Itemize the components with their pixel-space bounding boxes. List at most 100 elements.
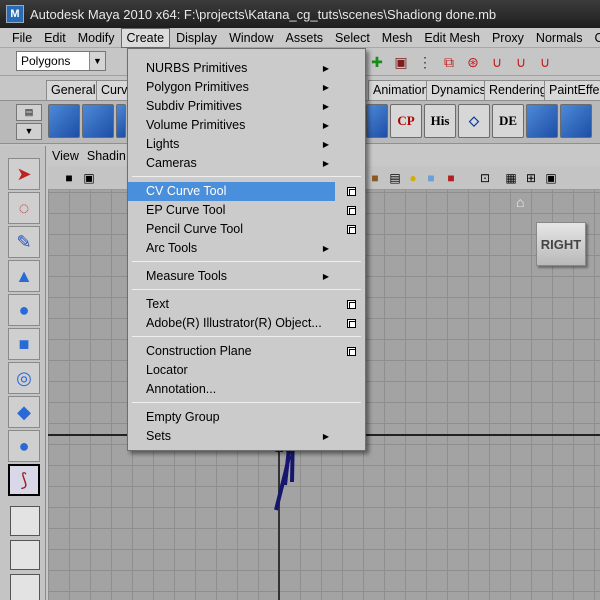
menu-item-label: Polygon Primitives xyxy=(146,80,249,94)
submenu-arrow-icon: ▶ xyxy=(322,159,329,168)
paint-select-icon[interactable]: ✎ xyxy=(8,226,40,258)
option-box-icon[interactable] xyxy=(347,225,356,234)
menu-item-nurbs-primitives[interactable]: NURBS Primitives ▶ xyxy=(128,59,365,78)
shelf-tool-icon[interactable] xyxy=(82,104,114,138)
camera-icon[interactable]: ■ xyxy=(60,169,78,187)
menu-item-ep-curve-tool[interactable]: EP Curve Tool xyxy=(128,201,365,220)
toolbox: ➤ ◌ ✎ ▲ ● ■ ◎ ◆ ● ⟆ xyxy=(0,146,46,600)
texture-icon[interactable]: ■ xyxy=(422,169,440,187)
snap-point-icon[interactable]: ⋮ xyxy=(414,51,436,73)
shelf-tool-icon[interactable] xyxy=(366,104,388,138)
shelf-cube-icon[interactable] xyxy=(526,104,558,138)
menu-item-arc-tools[interactable]: Arc Tools ▶ xyxy=(128,239,365,258)
soft-mod-icon[interactable]: ◆ xyxy=(8,396,40,428)
menu-item-cv-curve-tool[interactable]: CV Curve Tool xyxy=(128,182,335,201)
outliner-layout-icon[interactable] xyxy=(10,574,40,600)
menu-item-label: EP Curve Tool xyxy=(146,203,226,217)
menu-item-subdiv-primitives[interactable]: Subdiv Primitives ▶ xyxy=(128,97,365,116)
panel-menu-shading[interactable]: Shadin xyxy=(83,149,130,163)
menu-item-text[interactable]: Text xyxy=(128,295,365,314)
magnet-icon-2[interactable]: ∪ xyxy=(510,51,532,73)
option-box-icon[interactable] xyxy=(347,347,356,356)
menu-item-cameras[interactable]: Cameras ▶ xyxy=(128,154,365,173)
menu-separator xyxy=(132,289,361,290)
menu-create[interactable]: Create xyxy=(120,27,171,48)
menu-item-polygon-primitives[interactable]: Polygon Primitives ▶ xyxy=(128,78,365,97)
shelf-de-button[interactable]: DE xyxy=(492,104,524,138)
scale-icon[interactable]: ■ xyxy=(8,328,40,360)
select-arrow-icon[interactable]: ➤ xyxy=(8,158,40,190)
menu-item-locator[interactable]: Locator xyxy=(128,361,365,380)
menu-select[interactable]: Select xyxy=(329,29,376,47)
option-box-icon[interactable] xyxy=(347,206,356,215)
menu-item-sets[interactable]: Sets ▶ xyxy=(128,427,365,446)
menu-modify[interactable]: Modify xyxy=(72,29,121,47)
magnet-icon-3[interactable]: ∪ xyxy=(534,51,556,73)
shelf-history-button[interactable]: His xyxy=(424,104,456,138)
menu-window[interactable]: Window xyxy=(223,29,279,47)
lasso-icon[interactable]: ◌ xyxy=(8,192,40,224)
menu-item-annotation[interactable]: Annotation... xyxy=(128,380,365,399)
tab-dynamics[interactable]: Dynamics xyxy=(426,80,491,100)
menu-item-illustrator-object[interactable]: Adobe(R) Illustrator(R) Object... xyxy=(128,314,365,333)
menu-proxy[interactable]: Proxy xyxy=(486,29,530,47)
snap-curve-icon[interactable]: ▣ xyxy=(390,51,412,73)
camera-attr-icon[interactable]: ▣ xyxy=(80,169,98,187)
move-icon[interactable]: ▲ xyxy=(8,260,40,292)
tab-painteffects[interactable]: PaintEffect xyxy=(544,80,600,100)
light-icon[interactable]: ▤ xyxy=(386,169,404,187)
menu-set-select[interactable]: Polygons ▼ xyxy=(16,51,106,71)
tab-animation[interactable]: Animation xyxy=(368,80,434,100)
menu-assets[interactable]: Assets xyxy=(280,29,330,47)
submenu-arrow-icon: ▶ xyxy=(322,272,329,281)
menu-item-lights[interactable]: Lights ▶ xyxy=(128,135,365,154)
dropdown-arrow-icon[interactable]: ▼ xyxy=(89,52,105,70)
shelf-menu-icon[interactable]: ▼ xyxy=(16,123,42,140)
menu-file[interactable]: File xyxy=(0,29,38,47)
snap-grid-icon[interactable]: ✚ xyxy=(366,51,388,73)
tab-rendering[interactable]: Rendering xyxy=(484,80,552,100)
snap-live-icon[interactable]: ⊛ xyxy=(462,51,484,73)
shelf-wireframe-icon[interactable]: ◇ xyxy=(458,104,490,138)
magnet-icon[interactable]: ∪ xyxy=(486,51,508,73)
menu-display[interactable]: Display xyxy=(170,29,223,47)
option-box-icon[interactable] xyxy=(347,187,356,196)
panel-menu-view[interactable]: View xyxy=(48,149,83,163)
menu-item-construction-plane[interactable]: Construction Plane xyxy=(128,342,365,361)
shelf-tool-icon[interactable] xyxy=(116,104,126,138)
menu-item-pencil-curve-tool[interactable]: Pencil Curve Tool xyxy=(128,220,365,239)
menu-more[interactable]: C xyxy=(588,29,600,47)
shelf-cube-icon[interactable] xyxy=(48,104,80,138)
lights-icon[interactable]: ● xyxy=(404,169,422,187)
rotate-icon[interactable]: ● xyxy=(8,294,40,326)
shelf-side-buttons: ▤ ▼ xyxy=(16,104,44,142)
tab-general[interactable]: General xyxy=(46,80,101,100)
option-box-icon[interactable] xyxy=(347,319,356,328)
option-box-icon[interactable] xyxy=(347,300,356,309)
xray-icon[interactable]: ▦ xyxy=(502,169,520,187)
show-manip-icon[interactable]: ● xyxy=(8,430,40,462)
menu-item-volume-primitives[interactable]: Volume Primitives ▶ xyxy=(128,116,365,135)
menu-separator xyxy=(132,402,361,403)
snap-view-icon[interactable]: ⧉ xyxy=(438,51,460,73)
menu-mesh[interactable]: Mesh xyxy=(376,29,419,47)
menu-item-measure-tools[interactable]: Measure Tools ▶ xyxy=(128,267,365,286)
shading-icon[interactable]: ■ xyxy=(366,169,384,187)
shadow-icon[interactable]: ■ xyxy=(442,169,460,187)
menu-item-empty-group[interactable]: Empty Group xyxy=(128,408,365,427)
joint-xray-icon[interactable]: ⊞ xyxy=(522,169,540,187)
isolate-icon[interactable]: ⊡ xyxy=(476,169,494,187)
menu-item-label: CV Curve Tool xyxy=(146,184,227,198)
shelf-cp-button[interactable]: CP xyxy=(390,104,422,138)
menu-normals[interactable]: Normals xyxy=(530,29,589,47)
shelf-tab-icon[interactable]: ▤ xyxy=(16,104,42,121)
component-xray-icon[interactable]: ▣ xyxy=(542,169,560,187)
four-pane-layout-icon[interactable] xyxy=(10,540,40,570)
menu-edit[interactable]: Edit xyxy=(38,29,72,47)
menu-item-cv-curve-tool-options[interactable] xyxy=(335,182,365,201)
manipulator-icon[interactable]: ◎ xyxy=(8,362,40,394)
shelf-cube-icon[interactable] xyxy=(560,104,592,138)
single-pane-layout-icon[interactable] xyxy=(10,506,40,536)
curve-tool-icon[interactable]: ⟆ xyxy=(8,464,40,496)
menu-edit-mesh[interactable]: Edit Mesh xyxy=(418,29,486,47)
